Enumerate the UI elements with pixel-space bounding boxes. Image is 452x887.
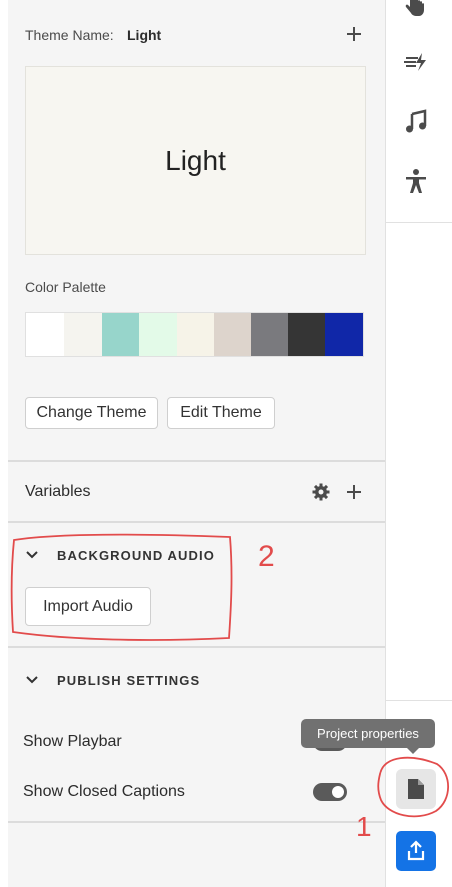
annotation-number-1: 1 xyxy=(356,811,372,842)
annotation-circle xyxy=(377,756,450,818)
annotation-number-2: 2 xyxy=(258,540,275,573)
annotation-overlay: 2 1 xyxy=(10,533,450,842)
annotation-box xyxy=(10,533,233,641)
